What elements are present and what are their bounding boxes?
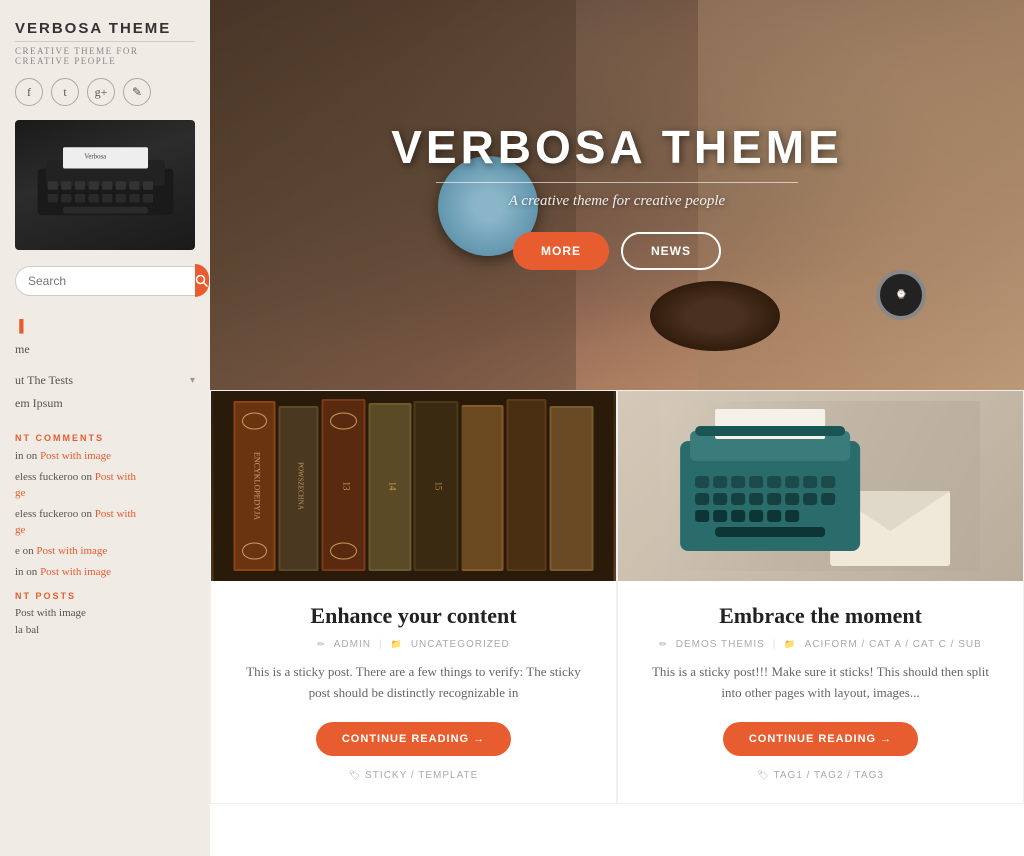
posts-grid: ENCYKLOPEDYJA POWSZECHNA 13 14	[210, 390, 1024, 804]
continue-reading-button-1[interactable]: CONTINUE READING →	[316, 722, 511, 756]
recent-posts-list: Post with image la bal	[15, 607, 195, 636]
post-tags-2: 🏷 TAG1 / TAG2 / TAG3	[646, 770, 995, 781]
googleplus-icon[interactable]: g+	[87, 78, 115, 106]
comment-item: eless fuckeroo on Post withge	[15, 507, 195, 538]
search-icon	[195, 274, 209, 288]
comment-link[interactable]: Post with image	[36, 545, 107, 557]
svg-text:15: 15	[434, 482, 444, 492]
post-image-books: ENCYKLOPEDYJA POWSZECHNA 13 14	[211, 391, 616, 581]
comment-item: eless fuckeroo on Post withge	[15, 470, 195, 501]
comment-link[interactable]: Post with image	[40, 566, 111, 578]
twitter-icon[interactable]: t	[51, 78, 79, 106]
author-icon-2: ✏	[659, 639, 668, 650]
sidebar-nav-item-empty[interactable]	[15, 361, 195, 369]
post-image-typewriter	[618, 391, 1023, 581]
main-content: ⌚ VERBOSA THEME A creative theme for cre…	[210, 0, 1024, 856]
books-illustration: ENCYKLOPEDYJA POWSZECHNA 13 14	[211, 391, 616, 581]
comment-link[interactable]: Post withge	[15, 508, 136, 535]
search-input[interactable]	[15, 266, 195, 296]
svg-text:ENCYKLOPEDYJA: ENCYKLOPEDYJA	[253, 452, 262, 520]
post-tag-label-2: TAG1 / TAG2 / TAG3	[774, 770, 884, 781]
sidebar: VERBOSA THEME CREATIVE THEME FOR CREATIV…	[0, 0, 210, 856]
link-icon[interactable]: ✎	[123, 78, 151, 106]
post-category-2: ACIFORM / CAT A / CAT C / SUB	[805, 639, 982, 650]
hero-title: VERBOSA THEME	[391, 120, 843, 174]
hero-buttons: MORE NEWS	[391, 232, 843, 270]
post-content-1: Enhance your content ✏ ADMIN | 📁 UNCATEG…	[211, 581, 616, 803]
post-tag-label-1: STICKY / TEMPLATE	[365, 770, 478, 781]
svg-text:13: 13	[342, 482, 352, 492]
recent-posts-title: NT POSTS	[15, 591, 195, 601]
post-card-2: Embrace the moment ✏ DEMOS THEMIS | 📁 AC…	[617, 390, 1024, 804]
meta-separator-2: |	[773, 639, 777, 650]
svg-text:14: 14	[388, 482, 398, 492]
category-icon: 📁	[391, 639, 403, 650]
post-title-2: Embrace the moment	[646, 603, 995, 629]
recent-comments-title: NT COMMENTS	[15, 433, 195, 443]
hero-subtitle: A creative theme for creative people	[391, 193, 843, 210]
hero-title-underline	[436, 182, 797, 183]
post-tags-1: 🏷 STICKY / TEMPLATE	[239, 770, 588, 781]
post-excerpt-2: This is a sticky post!!! Make sure it st…	[646, 662, 995, 704]
post-author-2: DEMOS THEMIS	[676, 639, 765, 650]
recent-comments-list: in on Post with image eless fuckeroo on …	[15, 449, 195, 581]
svg-text:Verbosa: Verbosa	[84, 153, 106, 160]
post-card-1: ENCYKLOPEDYJA POWSZECHNA 13 14	[210, 390, 617, 804]
sidebar-subtitle: CREATIVE THEME FOR CREATIVE PEOPLE	[15, 46, 195, 66]
typewriter-illustration	[648, 401, 992, 571]
post-meta-2: ✏ DEMOS THEMIS | 📁 ACIFORM / CAT A / CAT…	[646, 639, 995, 650]
sidebar-nav-item-tests[interactable]: ut The Tests ▾	[15, 369, 195, 392]
sidebar-nav-item-home[interactable]: ▐	[15, 315, 195, 338]
category-icon-2: 📁	[784, 639, 796, 650]
post-item-labal[interactable]: la bal	[15, 624, 195, 636]
sidebar-nav-item-ipsum[interactable]: em Ipsum	[15, 392, 195, 415]
sidebar-logo-image: Verbosa	[15, 120, 195, 250]
comment-item: in on Post with image	[15, 565, 195, 580]
social-icons: f t g+ ✎	[15, 78, 195, 106]
sidebar-title: VERBOSA THEME	[15, 20, 195, 42]
post-item-image[interactable]: Post with image	[15, 607, 195, 619]
facebook-icon[interactable]: f	[15, 78, 43, 106]
search-button[interactable]	[195, 264, 209, 297]
tag-icon-2: 🏷	[757, 770, 769, 781]
post-meta-1: ✏ ADMIN | 📁 UNCATEGORIZED	[239, 639, 588, 650]
comment-item: e on Post with image	[15, 544, 195, 559]
comment-link[interactable]: Post with image	[40, 450, 111, 462]
author-icon: ✏	[317, 639, 326, 650]
sidebar-nav-item-me[interactable]: me	[15, 338, 195, 361]
hero-text-block: VERBOSA THEME A creative theme for creat…	[391, 120, 843, 270]
svg-text:POWSZECHNA: POWSZECHNA	[297, 462, 305, 510]
search-row	[15, 264, 195, 297]
post-author-1: ADMIN	[334, 639, 371, 650]
hero-section: ⌚ VERBOSA THEME A creative theme for cre…	[210, 0, 1024, 390]
sidebar-nav: ▐ me ut The Tests ▾ em Ipsum	[15, 315, 195, 415]
comment-link[interactable]: Post withge	[15, 471, 136, 498]
post-excerpt-1: This is a sticky post. There are a few t…	[239, 662, 588, 704]
post-content-2: Embrace the moment ✏ DEMOS THEMIS | 📁 AC…	[618, 581, 1023, 803]
hero-news-button[interactable]: NEWS	[621, 232, 721, 270]
post-category-1: UNCATEGORIZED	[411, 639, 510, 650]
comment-item: in on Post with image	[15, 449, 195, 464]
hero-more-button[interactable]: MORE	[513, 232, 609, 270]
continue-reading-button-2[interactable]: CONTINUE READING →	[723, 722, 918, 756]
meta-separator: |	[379, 639, 383, 650]
tag-icon-1: 🏷	[349, 770, 361, 781]
post-title-1: Enhance your content	[239, 603, 588, 629]
